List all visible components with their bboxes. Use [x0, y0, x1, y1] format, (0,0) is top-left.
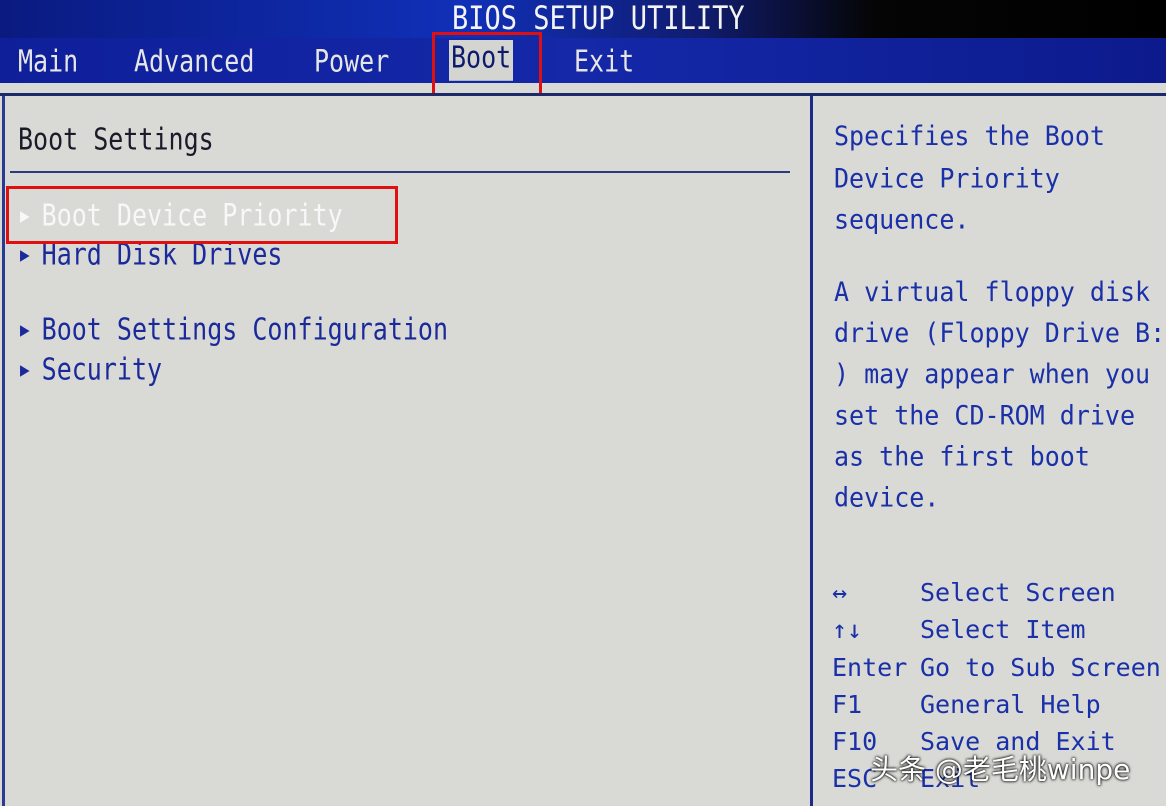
panel-divider — [810, 96, 813, 806]
menu-item-boot-settings-configuration[interactable]: ▶ Boot Settings Configuration — [20, 312, 448, 347]
triangle-right-icon: ▶ — [20, 243, 30, 266]
key-row: ↔ Select Screen — [832, 578, 1161, 615]
key-name: ↔ — [832, 578, 848, 607]
item-label: Boot Settings Configuration — [41, 312, 449, 347]
key-action: Go to Sub Screen — [920, 652, 1161, 682]
watermark: 头条 @老毛桃winpe — [870, 753, 1131, 786]
key-name: ↑↓ — [832, 615, 863, 645]
heading-underline — [10, 171, 790, 173]
tab-exit[interactable]: Exit — [574, 44, 634, 79]
item-label: Security — [41, 352, 163, 387]
triangle-right-icon: ▶ — [20, 358, 30, 381]
key-row: Enter Go to Sub Screen — [832, 653, 1161, 690]
key-name: F1 — [832, 689, 863, 719]
tab-advanced[interactable]: Advanced — [134, 44, 254, 79]
section-heading: Boot Settings — [18, 122, 214, 157]
key-action: Select Screen — [920, 578, 1116, 607]
key-name: Enter — [832, 652, 908, 682]
highlight-box-boot-tab — [432, 32, 542, 96]
key-row: ↑↓ Select Item — [832, 615, 1161, 652]
highlight-box-boot-device-priority — [6, 186, 398, 244]
triangle-right-icon: ▶ — [20, 318, 30, 341]
key-action: General Help — [920, 689, 1101, 719]
left-border — [2, 96, 5, 806]
tab-power[interactable]: Power — [314, 44, 389, 79]
key-row: F1 General Help — [832, 690, 1161, 727]
tab-main[interactable]: Main — [18, 44, 78, 79]
help-note: A virtual floppy disk drive (Floppy Driv… — [834, 276, 1166, 513]
divider — [0, 93, 1166, 96]
menu-item-security[interactable]: ▶ Security — [20, 352, 162, 387]
help-description: Specifies the Boot Device Priority seque… — [834, 120, 1105, 235]
key-action: Select Item — [920, 615, 1086, 645]
